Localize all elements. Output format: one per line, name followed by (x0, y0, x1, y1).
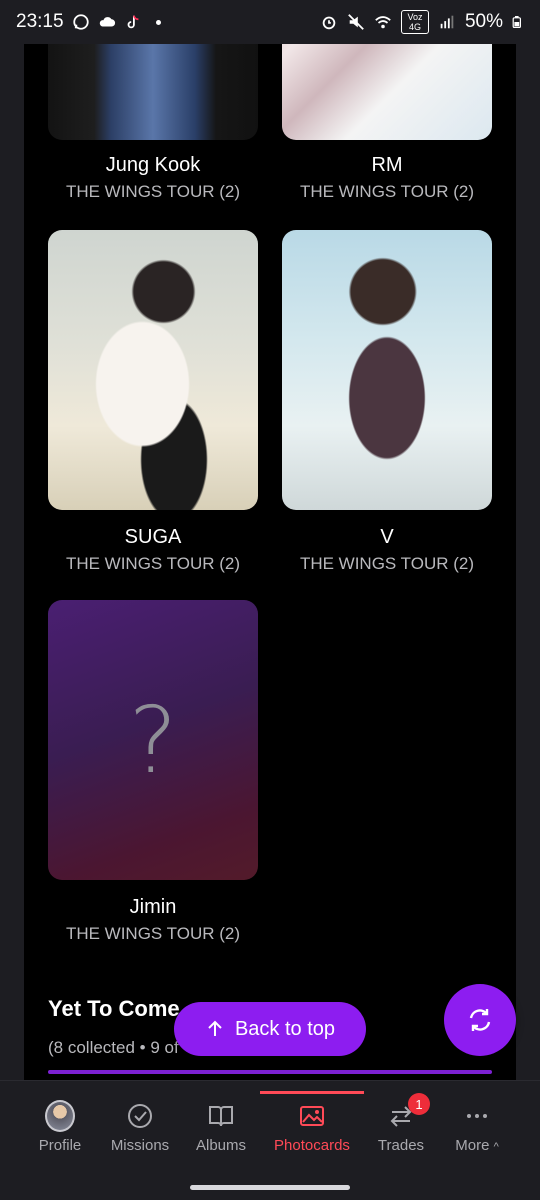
back-to-top-button[interactable]: Back to top (174, 1002, 366, 1056)
photocard-grid: Jung Kook THE WINGS TOUR (2) RM THE WING… (24, 44, 516, 1080)
photocard-image[interactable] (282, 230, 492, 510)
photocard-rm[interactable]: RM THE WINGS TOUR (2) (282, 44, 492, 201)
photocard-jungkook[interactable]: Jung Kook THE WINGS TOUR (2) (48, 44, 258, 201)
photocard-image[interactable] (282, 44, 492, 140)
photocard-placeholder[interactable]: ? (48, 600, 258, 880)
photocard-name: SUGA (124, 526, 182, 548)
collection-progress-bar (48, 1070, 492, 1074)
avatar (45, 1100, 75, 1132)
nav-missions[interactable]: Missions (95, 1081, 185, 1165)
nav-label: Missions (110, 1137, 170, 1154)
more-icon (467, 1114, 487, 1118)
photocard-album: THE WINGS TOUR (2) (65, 924, 241, 943)
notification-dot-icon (155, 19, 161, 25)
active-tab-indicator (260, 1091, 364, 1094)
book-icon (209, 1106, 233, 1127)
section-title: Yet To Come (48, 996, 180, 1021)
cloud-icon (99, 17, 115, 27)
photocard-jimin[interactable]: ? Jimin THE WINGS TOUR (2) (48, 600, 258, 943)
photocard-name: RM (371, 154, 403, 176)
photocard-v[interactable]: V THE WINGS TOUR (2) (282, 230, 492, 573)
gesture-handle[interactable] (190, 1185, 350, 1190)
photocard-album: THE WINGS TOUR (2) (299, 182, 475, 201)
photocard-album: THE WINGS TOUR (2) (65, 554, 241, 573)
refresh-button[interactable] (444, 984, 516, 1056)
photocard-album: THE WINGS TOUR (2) (299, 554, 475, 573)
alarm-icon (322, 16, 336, 30)
photocard-album: THE WINGS TOUR (2) (65, 182, 241, 201)
status-bar: 23:15 Voz 4G 50% (0, 0, 540, 44)
photocard-suga[interactable]: SUGA THE WINGS TOUR (2) (48, 230, 258, 573)
mute-icon (348, 14, 364, 30)
back-to-top-label: Back to top (234, 1017, 336, 1040)
question-mark-icon: ? (128, 686, 178, 794)
whatsapp-icon (72, 14, 89, 30)
photocard-name: Jimin (129, 896, 177, 918)
nav-label: More ^ (455, 1137, 499, 1154)
status-time: 23:15 (16, 11, 64, 32)
refresh-icon (469, 1009, 491, 1031)
nav-albums[interactable]: Albums (176, 1081, 266, 1165)
photocard-name: V (380, 526, 394, 548)
nav-label: Albums (195, 1137, 247, 1154)
nav-label: Profile (38, 1137, 82, 1154)
wifi-icon (375, 16, 391, 29)
system-nav-area (0, 1164, 540, 1200)
signal-icon (440, 15, 454, 29)
photocard-image[interactable] (48, 44, 258, 140)
tiktok-icon (127, 15, 138, 29)
section-stats: (8 collected • 9 of (48, 1038, 179, 1057)
arrow-up-icon (208, 1020, 222, 1036)
chevron-up-icon: ^ (493, 1141, 499, 1153)
image-icon (300, 1106, 324, 1126)
battery-percent: 50% (464, 11, 503, 32)
battery-icon (512, 16, 521, 28)
nav-profile[interactable]: Profile (15, 1081, 105, 1165)
network-label: Voz 4G (400, 10, 429, 34)
photocard-name: Jung Kook (105, 154, 201, 176)
photocard-image[interactable] (48, 230, 258, 510)
nav-more[interactable]: More ^ (432, 1081, 522, 1165)
nav-label: Photocards (274, 1137, 350, 1154)
check-circle-icon (128, 1104, 152, 1128)
trades-badge: 1 (408, 1093, 430, 1115)
